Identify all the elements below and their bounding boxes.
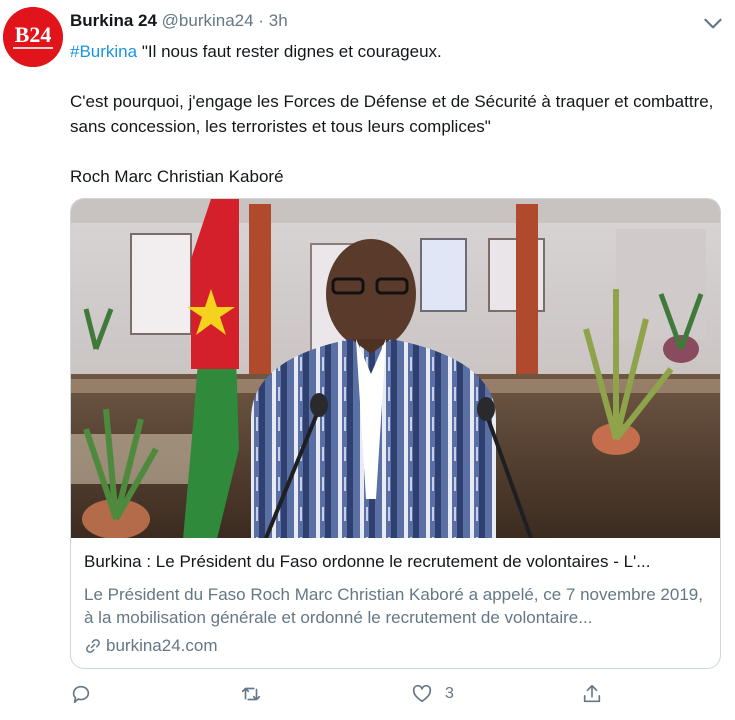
avatar[interactable]: B24 bbox=[3, 7, 63, 67]
quote-intro: "Il nous faut rester dignes et courageux… bbox=[137, 42, 442, 61]
action-bar: 3 bbox=[0, 683, 735, 713]
tweet[interactable]: B24 Burkina 24 @burkina24 · 3h #Burkina … bbox=[0, 0, 735, 720]
card-domain-text: burkina24.com bbox=[106, 636, 218, 655]
card-domain[interactable]: burkina24.com bbox=[84, 635, 218, 657]
tweet-signature: Roch Marc Christian Kaboré bbox=[70, 167, 284, 186]
tweet-line-2: C'est pourquoi, j'engage les Forces de D… bbox=[70, 92, 714, 136]
card-title[interactable]: Burkina : Le Président du Faso ordonne l… bbox=[84, 551, 709, 573]
link-icon bbox=[86, 639, 100, 653]
svg-text:B24: B24 bbox=[15, 22, 52, 47]
tweet-text: #Burkina "Il nous faut rester dignes et … bbox=[70, 39, 720, 189]
like-count: 3 bbox=[445, 685, 454, 702]
tweet-header: Burkina 24 @burkina24 · 3h bbox=[70, 10, 288, 32]
separator-dot: · bbox=[258, 11, 265, 30]
tweet-line-1: #Burkina "Il nous faut rester dignes et … bbox=[70, 39, 720, 64]
card-description: Le Président du Faso Roch Marc Christian… bbox=[84, 585, 713, 627]
share-button[interactable] bbox=[581, 683, 615, 705]
burkina24-logo: B24 bbox=[3, 7, 63, 67]
heart-icon bbox=[412, 684, 432, 703]
like-button[interactable]: 3 bbox=[411, 683, 454, 705]
author-name[interactable]: Burkina 24 bbox=[70, 11, 157, 30]
retweet-icon bbox=[241, 687, 261, 701]
share-icon bbox=[583, 684, 601, 703]
reply-icon bbox=[72, 685, 90, 704]
author-handle[interactable]: @burkina24 bbox=[162, 11, 254, 30]
chevron-down-icon[interactable] bbox=[700, 10, 726, 36]
tweet-time[interactable]: 3h bbox=[269, 11, 288, 30]
retweet-button[interactable] bbox=[240, 683, 274, 705]
hashtag-link[interactable]: #Burkina bbox=[70, 42, 137, 61]
link-card[interactable]: Burkina : Le Président du Faso ordonne l… bbox=[70, 198, 721, 669]
reply-button[interactable] bbox=[70, 683, 104, 705]
card-image bbox=[71, 199, 720, 538]
